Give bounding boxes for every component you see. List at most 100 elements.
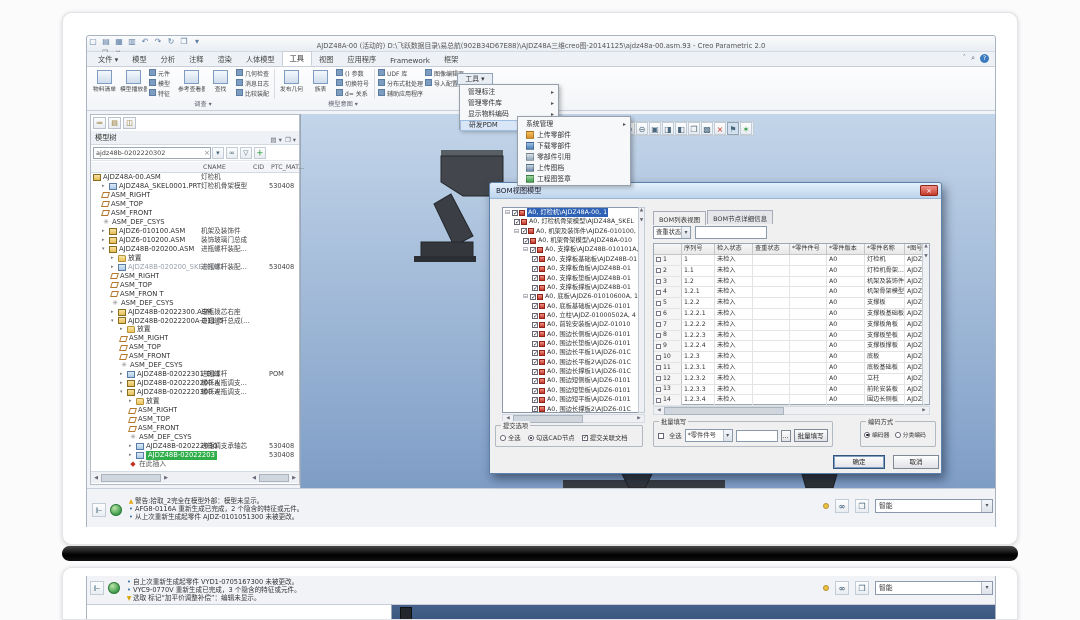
ribbon-tab[interactable]: 注释 [182, 53, 210, 66]
help-icon[interactable]: ? [980, 54, 989, 63]
bom-tree-row[interactable]: A0, 支撑板角板\AJDZ48B-01 [503, 264, 644, 273]
bom-tree-row[interactable]: A0, 支撑板撑板\AJDZ48B-01 [503, 283, 644, 292]
ribbon-item[interactable] [274, 69, 275, 99]
display-mode-icon[interactable]: ❐ [855, 499, 869, 513]
bom-tree-row[interactable]: A0, 机架骨架模型\AJDZ48A-010 [503, 236, 644, 245]
panel-toolbar-button[interactable]: ◫ [123, 117, 136, 129]
batch-select-all-checkbox[interactable] [658, 433, 664, 439]
tree-row[interactable]: ASM_RIGHT [91, 191, 299, 200]
viewport-toolbar-button[interactable]: × [714, 122, 726, 135]
batch-value-input[interactable] [736, 430, 778, 442]
tree-row[interactable]: ASM_DEF_CSYS [91, 433, 299, 442]
table-row[interactable]: 9 1.2.2.4 未检入 A0 支撑板撑板 AJDZ4 [654, 341, 929, 352]
bom-tree-row[interactable]: A0, 立柱\AJDZ-01000502A, 4 [503, 311, 644, 320]
ribbon-tab[interactable]: 模型 [125, 53, 153, 66]
row-checkbox[interactable] [656, 344, 661, 349]
menu-item[interactable]: 管理标注 ▸ [460, 87, 558, 98]
ribbon-item[interactable]: 几何检查 消息日志 比较装配 [236, 69, 269, 99]
tree-row[interactable]: ▸ 放置 [91, 397, 299, 406]
bom-tree-row[interactable]: A0, 围边长垫板\AJDZ6-0101 [503, 339, 644, 348]
expand-icon[interactable]: ▸ [120, 370, 127, 379]
dialog-tab[interactable]: BOM节点详细信息 [707, 210, 773, 224]
checkbox[interactable] [532, 397, 538, 403]
selection-filter-combo[interactable]: 智能 ▾ [875, 581, 993, 595]
tree-row[interactable]: ASM_FRONT [91, 352, 299, 361]
row-checkbox[interactable] [656, 322, 661, 327]
ok-button[interactable]: 确定 [833, 455, 885, 469]
submenu-item[interactable]: 工程图签章 [518, 174, 630, 185]
expand-icon[interactable]: ▾ [111, 317, 118, 326]
table-column-header[interactable]: 序列号 [682, 244, 715, 254]
bom-tree-row[interactable]: A0, 支撑板垫板\AJDZ48B-01 [503, 274, 644, 283]
tree-row[interactable]: ASM_RIGHT [91, 272, 299, 281]
tree-settings-button[interactable]: ❐ ▾ [285, 133, 296, 147]
ribbon-tab[interactable]: 渲染 [210, 53, 238, 66]
checkbox[interactable] [530, 294, 536, 300]
bom-tree-row[interactable]: ⊟ A0, 灯检机\AJDZ48A-00, 1 [503, 208, 644, 217]
expand-icon[interactable]: ▾ [102, 245, 109, 254]
copy-icon[interactable]: ❐ [855, 581, 869, 595]
expand-icon[interactable]: ▸ [129, 451, 136, 460]
minimize-ribbon-icon[interactable]: ˆ [963, 54, 967, 63]
graphics-viewport-2[interactable] [392, 604, 995, 620]
tree-row[interactable]: ▸ AJDZ48B-02022301-D11 进瓶螺杆 POM [91, 370, 299, 379]
expand-icon[interactable]: ▸ [111, 254, 118, 263]
table-row[interactable]: 8 1.2.2.3 未检入 A0 支撑板垫板 AJDZ4 [654, 331, 929, 342]
bom-tree-row[interactable]: A0, 围边长侧板\AJDZ6-0101 [503, 330, 644, 339]
viewport-toolbar-button[interactable]: ❐ [688, 122, 700, 135]
classified-code-radio[interactable] [895, 432, 901, 438]
tree-search-input[interactable] [93, 147, 211, 159]
checkbox[interactable] [532, 285, 538, 291]
tree-row[interactable]: ▸ AJDZ48B-02022300.ASM 进瓶拨芯右座 [91, 308, 299, 317]
tree-row[interactable]: ASM_TOP [91, 343, 299, 352]
expand-icon[interactable]: ▸ [102, 227, 109, 236]
checkbox[interactable] [532, 322, 538, 328]
bom-tree-row[interactable]: A0, 围边长撑板1\AJDZ6-01C [503, 367, 644, 376]
checkbox[interactable] [532, 350, 538, 356]
ribbon-tab[interactable]: Framework [383, 54, 437, 66]
table-row[interactable]: 1 1 未检入 A0 灯检机 AJDZ4 [654, 255, 929, 266]
table-row[interactable]: 4 1.2.1 未检入 A0 机架骨架模型 AJDZ4 [654, 287, 929, 298]
checkbox[interactable] [532, 359, 538, 365]
panel-toolbar-button[interactable]: ≔ [93, 117, 106, 129]
expand-icon[interactable]: ⊟ [523, 292, 530, 301]
chevron-down-icon[interactable]: ▾ [981, 582, 992, 594]
tree-row[interactable]: ASM_DEF_CSYS [91, 361, 299, 370]
ribbon-item[interactable]: 元件 模型 特征 [149, 69, 176, 99]
viewport-toolbar-button[interactable]: ⚑ [727, 122, 739, 135]
tree-row[interactable]: ▸ 放置 [91, 325, 299, 334]
bom-tree-row[interactable]: A0, 灯检机骨架模型\AJDZ48A_SKEL [503, 217, 644, 226]
bom-tree-row[interactable]: A0, 围边短平板\AJDZ6-0101 [503, 395, 644, 404]
ribbon-tab[interactable]: 框架 [437, 53, 465, 66]
checkbox[interactable] [532, 378, 538, 384]
table-vertical-scrollbar[interactable]: ▲▼ [922, 244, 929, 404]
related-docs-checkbox[interactable] [582, 435, 588, 441]
expand-icon[interactable]: ▸ [129, 397, 136, 406]
tree-row[interactable]: ASM_RIGHT [91, 406, 299, 415]
globe-icon[interactable] [108, 582, 120, 594]
tree-row[interactable]: ASM_TOP [91, 281, 299, 290]
tree-filter-button[interactable]: ∞ [226, 147, 238, 159]
viewport-toolbar-button[interactable]: ▩ [701, 122, 713, 135]
tree-row[interactable]: ASM_RIGHT [91, 334, 299, 343]
tree-settings-button[interactable]: ▤ ▾ [270, 133, 281, 147]
table-row[interactable]: 12 1.2.3.2 未检入 A0 立柱 AJDZ-0 [654, 374, 929, 385]
viewport-toolbar-button[interactable]: ◨ [662, 122, 674, 135]
row-checkbox[interactable] [656, 355, 661, 360]
tree-row[interactable]: ASM_FRONT [91, 424, 299, 433]
row-checkbox[interactable] [656, 387, 661, 392]
tree-horizontal-scrollbar[interactable]: ◀▶ ◀▶ [91, 471, 299, 483]
expand-icon[interactable]: ▸ [102, 182, 109, 191]
row-checkbox[interactable] [656, 268, 661, 273]
tree-filter-button[interactable]: ▽ [240, 147, 252, 159]
ribbon-item[interactable] [374, 69, 375, 99]
ribbon-item[interactable]: () 参数 切换符号 d= 关系 [336, 69, 369, 99]
select-all-radio[interactable] [500, 435, 506, 441]
bom-tree-row[interactable]: ⊟ A0, 支撑板\AJDZ48B-010101A, 1 [503, 245, 644, 254]
table-row[interactable]: 11 1.2.3.1 未检入 A0 底板基础板 AJDZ6- [654, 363, 929, 374]
ribbon-tab[interactable]: 工具 [282, 51, 312, 66]
ribbon-tab[interactable]: 分析 [154, 53, 182, 66]
tree-row[interactable]: ASM_DEF_CSYS [91, 218, 299, 227]
tree-row[interactable]: ASM_FRON T [91, 290, 299, 299]
batch-field-combo[interactable]: *零件件号▾ [685, 429, 733, 442]
